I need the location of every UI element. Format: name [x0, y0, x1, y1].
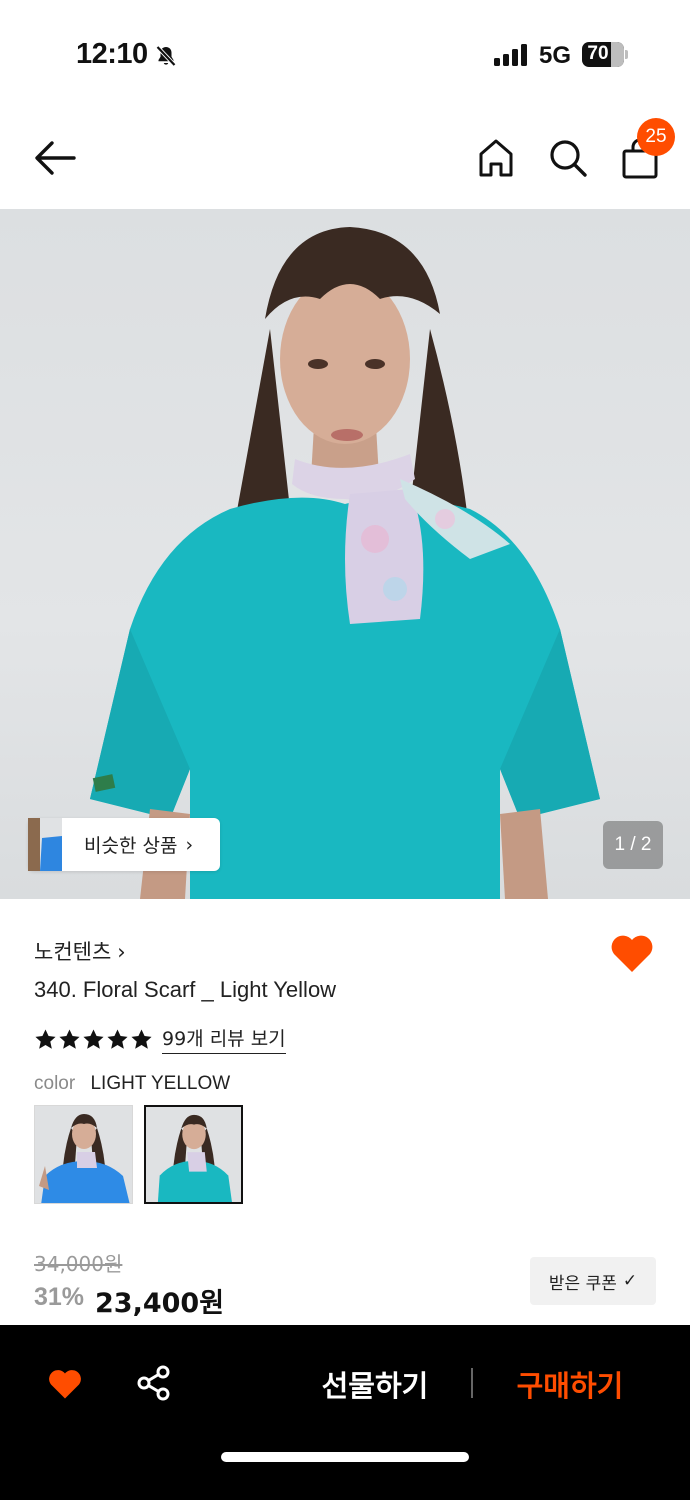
color-option-1[interactable] [34, 1105, 133, 1204]
home-icon[interactable] [477, 138, 515, 178]
similar-thumbnail [28, 818, 62, 871]
discount-rate: 31% [34, 1283, 85, 1311]
similar-products-button[interactable]: 비슷한 상품 › [28, 818, 220, 871]
home-indicator[interactable] [221, 1452, 469, 1462]
original-price: 34,000원 [34, 1252, 123, 1276]
status-bar: 12:10 5G 70 [0, 0, 690, 110]
received-coupon-button[interactable]: 받은 쿠폰 ✓ [530, 1257, 656, 1305]
check-icon: ✓ [622, 1271, 638, 1291]
top-nav: 25 [0, 110, 690, 209]
status-time: 12:10 [76, 38, 148, 70]
color-value: LIGHT YELLOW [90, 1073, 231, 1094]
bottom-action-bar: 선물하기 구매하기 [0, 1325, 690, 1500]
heart-icon[interactable] [609, 932, 655, 974]
star-icon [59, 1028, 80, 1049]
star-rating [34, 1028, 153, 1051]
color-option-2-selected[interactable] [144, 1105, 243, 1204]
brand-link[interactable]: 노컨텐츠 › [34, 936, 126, 966]
signal-icon [494, 44, 527, 66]
image-counter: 1 / 2 [603, 821, 663, 869]
network-type: 5G [539, 42, 572, 69]
review-link[interactable]: 99개 리뷰 보기 [162, 1024, 286, 1054]
product-title: 340. Floral Scarf _ Light Yellow [34, 977, 337, 1002]
color-option-thumbnail [146, 1107, 241, 1202]
search-icon[interactable] [548, 138, 588, 178]
product-photo [90, 227, 600, 899]
heart-icon[interactable] [47, 1367, 83, 1400]
chevron-right-icon: › [185, 833, 194, 856]
cart-count-badge: 25 [637, 118, 675, 156]
similar-label: 비슷한 상품 [84, 835, 178, 857]
brand-name: 노컨텐츠 [34, 940, 112, 964]
star-icon [131, 1028, 152, 1049]
color-label: color [34, 1073, 76, 1094]
bell-off-icon [156, 45, 176, 67]
gift-button[interactable]: 선물하기 [290, 1363, 460, 1405]
rating-row: 99개 리뷰 보기 [34, 1024, 286, 1054]
back-arrow-icon[interactable] [34, 140, 76, 176]
star-icon [83, 1028, 104, 1049]
star-icon [35, 1028, 56, 1049]
color-option-thumbnail [35, 1106, 132, 1203]
battery-icon: 70 [582, 42, 628, 67]
divider [471, 1368, 473, 1398]
sale-price: 23,400원 [95, 1288, 225, 1319]
buy-button[interactable]: 구매하기 [490, 1363, 650, 1405]
chevron-right-icon: › [117, 940, 126, 964]
product-image[interactable]: 비슷한 상품 › 1 / 2 [0, 209, 690, 899]
battery-level: 70 [587, 43, 609, 64]
share-icon[interactable] [136, 1365, 172, 1401]
color-row: color LIGHT YELLOW [34, 1073, 230, 1095]
coupon-label: 받은 쿠폰 [548, 1273, 617, 1294]
star-icon [107, 1028, 128, 1049]
